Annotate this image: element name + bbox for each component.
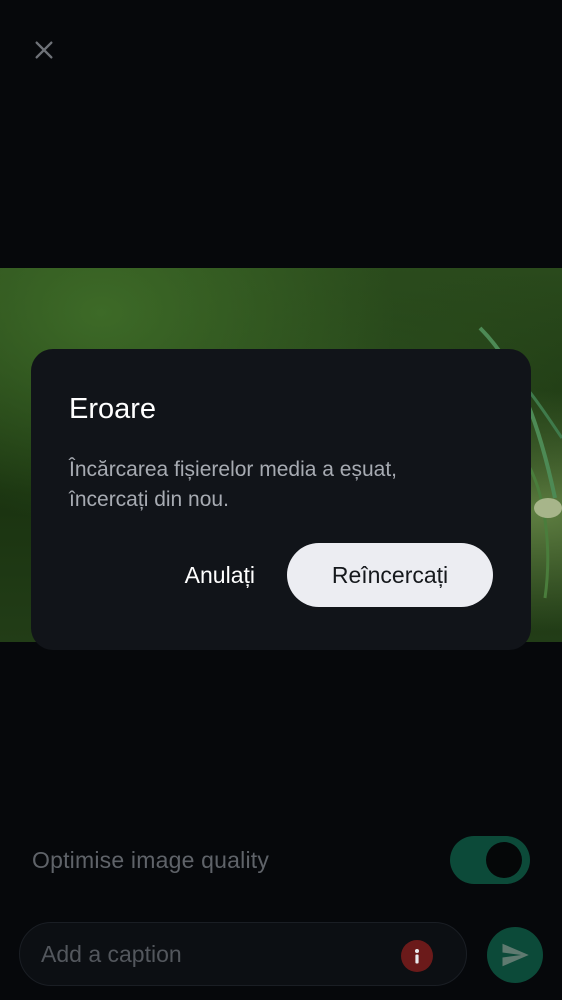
cancel-button[interactable]: Anulați xyxy=(185,562,255,589)
error-dialog: Eroare Încărcarea fișierelor media a eșu… xyxy=(31,349,531,650)
media-preview-screen: Optimise image quality Eroare Încărcarea… xyxy=(0,0,562,1000)
dialog-title: Eroare xyxy=(69,393,157,425)
retry-button[interactable]: Reîncercați xyxy=(287,543,493,607)
dialog-message: Încărcarea fișierelor media a eșuat, înc… xyxy=(69,458,397,511)
dialog-actions: Anulați Reîncercați xyxy=(185,543,493,607)
